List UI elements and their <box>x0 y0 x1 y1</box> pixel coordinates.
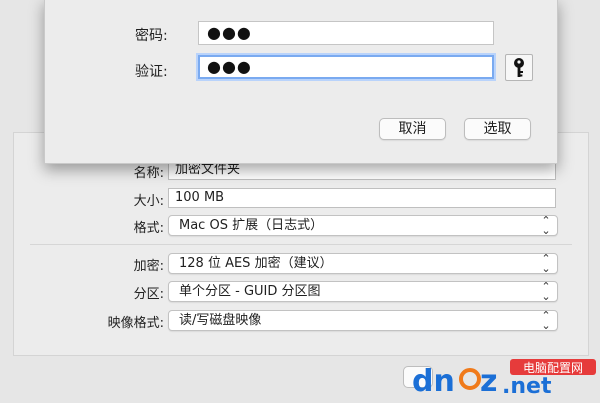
format-row: 格式: Mac OS 扩展（日志式） ⌃ ⌃ <box>14 214 588 236</box>
size-label: 大小: <box>133 194 164 209</box>
password-sheet: 密码: ●●● 验证: ●●● 取消 选取 <box>44 0 558 164</box>
partition-value: 单个分区 - GUID 分区图 <box>179 284 321 299</box>
svg-text:dn: dn <box>412 364 455 399</box>
image-format-select[interactable]: 读/写磁盘映像 ⌃ ⌃ <box>168 310 558 331</box>
encryption-label: 加密: <box>133 259 164 274</box>
svg-text:.net: .net <box>502 374 552 399</box>
encryption-select[interactable]: 128 位 AES 加密（建议） ⌃ ⌃ <box>168 253 558 274</box>
watermark-logo: dn z .net 电脑配置网 <box>410 357 598 399</box>
partition-row: 分区: 单个分区 - GUID 分区图 ⌃ ⌃ <box>14 280 588 302</box>
password-field[interactable]: ●●● <box>198 21 494 45</box>
password-label: 密码: <box>135 28 168 44</box>
encryption-row: 加密: 128 位 AES 加密（建议） ⌃ ⌃ <box>14 252 588 274</box>
encryption-value: 128 位 AES 加密（建议） <box>179 256 333 271</box>
image-format-row: 映像格式: 读/写磁盘映像 ⌃ ⌃ <box>14 309 588 331</box>
image-format-label: 映像格式: <box>107 316 164 331</box>
chevron-updown-icon: ⌃ ⌃ <box>541 252 551 274</box>
svg-text:电脑配置网: 电脑配置网 <box>523 361 583 375</box>
name-label: 名称: <box>133 166 164 181</box>
chevron-updown-icon: ⌃ ⌃ <box>541 309 551 331</box>
format-label: 格式: <box>133 221 164 236</box>
divider <box>30 244 572 245</box>
verify-label: 验证: <box>135 64 168 80</box>
key-icon <box>514 58 524 77</box>
cancel-button[interactable]: 取消 <box>379 118 446 140</box>
svg-text:z: z <box>480 364 497 399</box>
image-format-value: 读/写磁盘映像 <box>179 313 262 328</box>
partition-label: 分区: <box>133 287 164 302</box>
chevron-updown-icon: ⌃ ⌃ <box>541 214 551 236</box>
format-value: Mac OS 扩展（日志式） <box>179 218 324 233</box>
format-select[interactable]: Mac OS 扩展（日志式） ⌃ ⌃ <box>168 215 558 236</box>
size-field[interactable]: 100 MB <box>168 188 556 208</box>
chevron-updown-icon: ⌃ ⌃ <box>541 280 551 302</box>
partition-select[interactable]: 单个分区 - GUID 分区图 ⌃ ⌃ <box>168 281 558 302</box>
verify-field[interactable]: ●●● <box>198 55 494 79</box>
size-row: 大小: 100 MB <box>14 187 588 209</box>
new-image-dialog: 名称: 加密文件夹 大小: 100 MB 格式: Mac OS 扩展（日志式） … <box>13 132 589 356</box>
choose-button[interactable]: 选取 <box>464 118 531 140</box>
dnpz-logo: dn z .net 电脑配置网 <box>412 359 596 399</box>
password-assistant-button[interactable] <box>505 54 533 81</box>
